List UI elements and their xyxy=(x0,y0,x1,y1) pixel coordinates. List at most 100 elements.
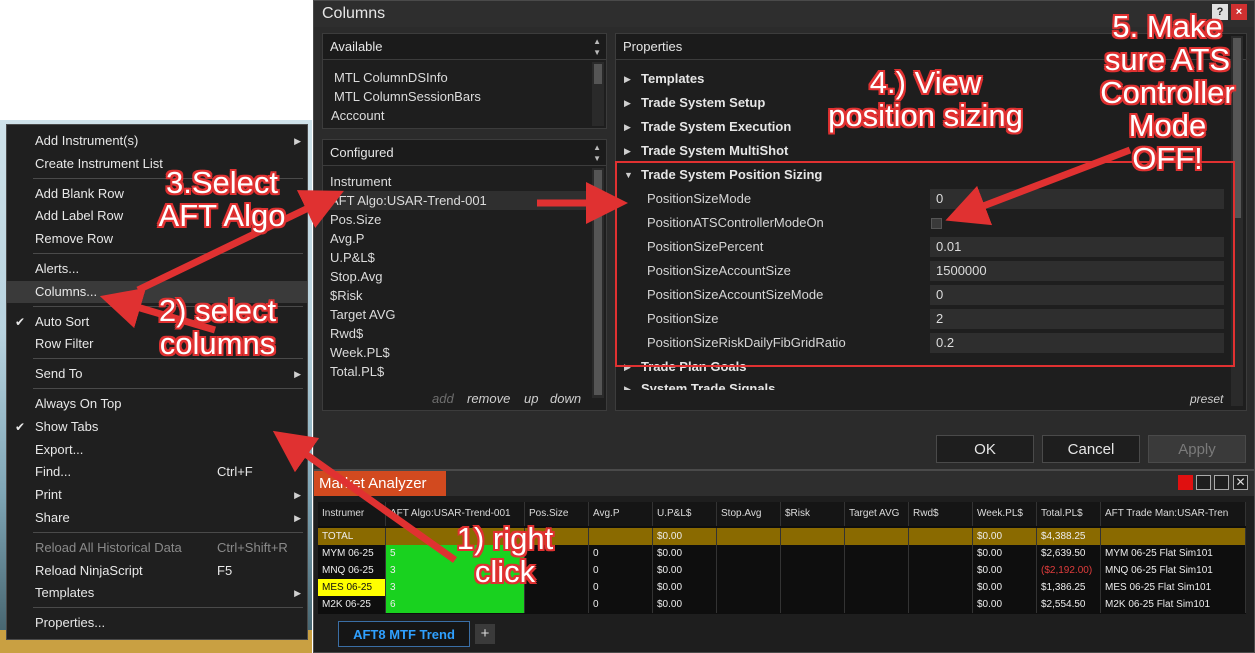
menu-item-send-to[interactable]: Send To ▶ xyxy=(7,363,307,385)
configured-item[interactable]: Stop.Avg xyxy=(330,267,383,286)
menu-item-label: Alerts... xyxy=(35,261,80,276)
menu-separator xyxy=(33,253,303,254)
scrollbar[interactable] xyxy=(592,62,604,126)
table-cell: $0.00 xyxy=(653,528,717,545)
column-header[interactable]: Rwd$ xyxy=(909,502,973,526)
list-item[interactable]: MTL ColumnSessionBars xyxy=(334,87,481,106)
menu-item-templates[interactable]: Templates ▶ xyxy=(7,582,307,604)
table-row[interactable]: M2K 06-25 6 0 $0.00 $0.00 $2,554.50 M2K … xyxy=(318,596,1246,613)
menu-item-share[interactable]: Share ▶ xyxy=(7,507,307,529)
menu-item-label: Add Blank Row xyxy=(35,186,124,201)
remove-link[interactable]: remove xyxy=(467,391,510,406)
menu-item-label: Templates xyxy=(35,585,95,600)
configured-item[interactable]: Pos.Size xyxy=(330,210,381,229)
annotation-step3: 3.Select AFT Algo xyxy=(158,165,286,233)
menu-item-label: Row Filter xyxy=(35,336,94,351)
menu-item-alerts[interactable]: Alerts... xyxy=(7,258,307,280)
column-header[interactable]: $Risk xyxy=(781,502,845,526)
scroll-down-icon[interactable]: ▼ xyxy=(593,154,601,163)
down-link[interactable]: down xyxy=(550,391,581,406)
column-header[interactable]: Week.PL$ xyxy=(973,502,1037,526)
table-cell xyxy=(845,579,909,596)
menu-item-properties[interactable]: Properties... xyxy=(7,612,307,634)
configured-header: Configured xyxy=(323,140,606,166)
table-cell: 0 xyxy=(589,562,653,579)
add-tab-button[interactable]: + xyxy=(475,624,495,644)
table-cell-loss: ($2,192.00) xyxy=(1037,562,1101,579)
configured-item[interactable]: Target AVG xyxy=(330,305,396,324)
expand-arrow-icon: ▶ xyxy=(624,122,631,132)
up-link[interactable]: up xyxy=(524,391,538,406)
column-header[interactable]: Total.PL$ xyxy=(1037,502,1101,526)
configured-item[interactable]: Total.PL$ xyxy=(330,362,384,381)
expand-arrow-icon: ▶ xyxy=(624,74,631,84)
minimize-icon[interactable] xyxy=(1196,475,1211,490)
scroll-down-icon[interactable]: ▼ xyxy=(593,48,601,57)
table-cell xyxy=(525,596,589,613)
configured-item[interactable]: Week.PL$ xyxy=(330,343,390,362)
position-sizing-highlight-box xyxy=(615,161,1235,367)
instrument-cell: MYM 06-25 xyxy=(318,545,386,562)
table-cell: $4,388.25 xyxy=(1037,528,1101,545)
table-cell: TOTAL xyxy=(318,528,386,545)
column-header[interactable]: Stop.Avg xyxy=(717,502,781,526)
scroll-up-icon[interactable]: ▲ xyxy=(593,37,601,46)
shortcut-label: F5 xyxy=(217,563,233,578)
menu-item-label: Columns... xyxy=(35,284,98,299)
tab-aft8-mtf-trend[interactable]: AFT8 MTF Trend xyxy=(338,621,470,647)
column-header[interactable]: Target AVG xyxy=(845,502,909,526)
instrument-cell: MES 06-25 xyxy=(318,579,386,596)
annotation-step4: 4.) View position sizing xyxy=(828,65,1023,133)
list-item[interactable]: MTL ColumnDSInfo xyxy=(334,68,448,87)
menu-item-label: Properties... xyxy=(35,615,106,630)
menu-item-label: Reload NinjaScript xyxy=(35,563,143,578)
close-icon[interactable]: ✕ xyxy=(1233,475,1248,490)
add-link[interactable]: add xyxy=(432,391,454,406)
link-color-icon[interactable] xyxy=(1178,475,1193,490)
menu-item-label: Reload All Historical Data xyxy=(35,540,182,555)
menu-item-find[interactable]: Find... Ctrl+F xyxy=(7,461,307,483)
maximize-icon[interactable] xyxy=(1214,475,1229,490)
submenu-arrow-icon: ▶ xyxy=(294,136,301,146)
submenu-arrow-icon: ▶ xyxy=(294,490,301,500)
menu-item-print[interactable]: Print ▶ xyxy=(7,484,307,506)
ok-button[interactable]: OK xyxy=(936,435,1034,463)
menu-item-label: Auto Sort xyxy=(35,314,90,329)
column-header[interactable]: U.P&L$ xyxy=(653,502,717,526)
menu-item-label: Export... xyxy=(35,442,84,457)
scrollbar[interactable] xyxy=(592,168,604,398)
menu-item-show-tabs[interactable]: ✔ Show Tabs xyxy=(7,416,307,438)
list-item[interactable]: Acccount xyxy=(331,106,384,125)
configured-item-instrument[interactable]: Instrument xyxy=(330,172,391,191)
table-cell xyxy=(717,579,781,596)
column-header[interactable]: AFT Trade Man:USAR-Tren xyxy=(1101,502,1246,526)
menu-separator xyxy=(33,532,303,533)
check-icon: ✔ xyxy=(15,315,26,329)
window-title-bar[interactable]: Market Analyzer ✕ xyxy=(314,471,1254,496)
configured-item[interactable]: $Risk xyxy=(330,286,363,305)
configured-item[interactable]: Avg.P xyxy=(330,229,364,248)
table-cell: 0 xyxy=(589,596,653,613)
configured-item[interactable]: Rwd$ xyxy=(330,324,363,343)
column-header[interactable]: Avg.P xyxy=(589,502,653,526)
group-label: Trade System MultiShot xyxy=(641,143,789,158)
menu-separator xyxy=(33,607,303,608)
menu-item-export[interactable]: Export... xyxy=(7,439,307,461)
scroll-up-icon[interactable]: ▲ xyxy=(593,143,601,152)
algo-cell: 6 xyxy=(386,596,525,613)
table-cell: $0.00 xyxy=(973,528,1037,545)
table-cell xyxy=(845,596,909,613)
configured-item-aft-algo[interactable]: AFT Algo:USAR-Trend-001 xyxy=(330,191,487,210)
menu-item-label: Add Instrument(s) xyxy=(35,133,139,148)
table-cell: $1,386.25 xyxy=(1037,579,1101,596)
menu-item-add-instruments[interactable]: Add Instrument(s) ▶ xyxy=(7,130,307,152)
dialog-title: Columns xyxy=(322,5,386,22)
table-cell: M2K 06-25 Flat Sim101 xyxy=(1101,596,1246,613)
table-cell: $2,639.50 xyxy=(1037,545,1101,562)
menu-item-reload-ninjascript[interactable]: Reload NinjaScript F5 xyxy=(7,560,307,582)
preset-link[interactable]: preset xyxy=(1190,392,1223,406)
cancel-button[interactable]: Cancel xyxy=(1042,435,1140,463)
menu-item-always-on-top[interactable]: Always On Top xyxy=(7,393,307,415)
column-header[interactable]: Instrumer xyxy=(318,502,386,526)
configured-item[interactable]: U.P&L$ xyxy=(330,248,375,267)
